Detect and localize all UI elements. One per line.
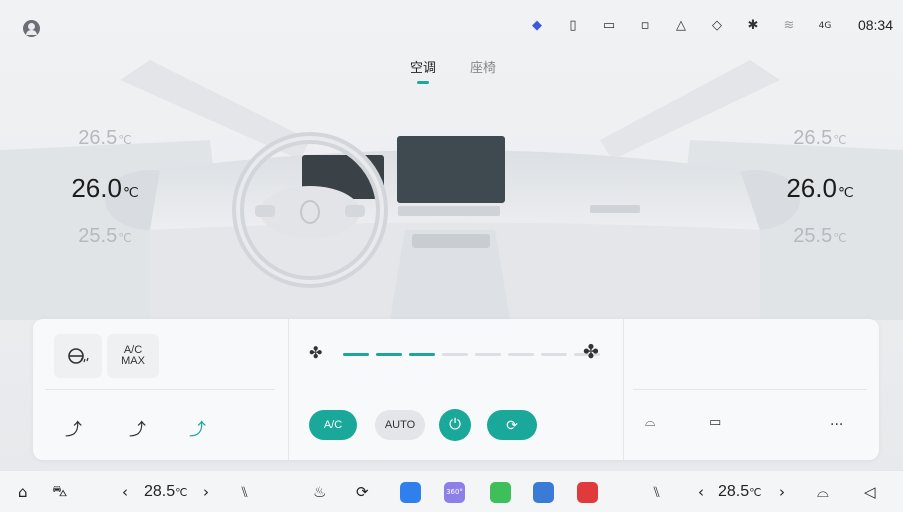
right-temp-increase-button[interactable]: › bbox=[779, 482, 785, 502]
status-bar: ◆ ▯ ▭ ▫ △ ◇ ✱ ≋ 4G 08:34 bbox=[0, 0, 903, 52]
right-temp-lower[interactable]: 25.5℃ bbox=[765, 226, 875, 248]
bottom-dock: ⌂ ⛍ ‹ 28.5 ℃ › ⑊ ♨ ⟳ 360° ⑊ ‹ 28.5 ℃ › ⌓ ◁ bbox=[0, 470, 903, 512]
divider bbox=[288, 319, 289, 460]
right-temp-upper[interactable]: 26.5℃ bbox=[765, 128, 875, 150]
fan-level-segment[interactable] bbox=[541, 353, 567, 356]
fan-level-segment[interactable] bbox=[508, 353, 534, 356]
navigation-icon: ◆ bbox=[532, 18, 542, 33]
fan-level-segment[interactable] bbox=[343, 353, 369, 356]
divider bbox=[623, 319, 624, 460]
home-icon[interactable]: ⌂ bbox=[18, 482, 28, 502]
left-temp-lower[interactable]: 25.5℃ bbox=[50, 226, 160, 248]
divider bbox=[633, 389, 867, 390]
power-icon: ⏻ bbox=[449, 416, 461, 433]
shield-icon: ◇ bbox=[712, 18, 722, 33]
signal-4g-icon: 4G bbox=[818, 21, 832, 31]
car-ac-dock-icon[interactable]: ⟳ bbox=[356, 482, 369, 502]
tab-air-conditioning[interactable]: 空调 bbox=[410, 57, 436, 84]
auto-button[interactable]: AUTO bbox=[375, 410, 425, 440]
airflow-feet-icon[interactable]: ⤴ bbox=[129, 415, 146, 440]
camera-360-app-icon[interactable]: 360° bbox=[444, 482, 465, 503]
tab-seats[interactable]: 座椅 bbox=[470, 57, 496, 76]
dock-right-temp: 28.5 ℃ bbox=[718, 483, 762, 500]
divider bbox=[45, 389, 275, 390]
apps-grid-icon[interactable] bbox=[533, 482, 554, 503]
left-temp-increase-button[interactable]: › bbox=[203, 482, 209, 502]
left-temp-decrease-button[interactable]: ‹ bbox=[122, 482, 128, 502]
car-recirculation-icon: ⟳ bbox=[506, 417, 518, 433]
steering-wheel-heat-button[interactable] bbox=[54, 334, 102, 378]
wifi-icon: ≋ bbox=[783, 18, 795, 33]
right-temp-decrease-button[interactable]: ‹ bbox=[698, 482, 704, 502]
bluetooth-icon: ✱ bbox=[747, 18, 759, 33]
defrost-dock-icon[interactable]: ⌓ bbox=[817, 482, 829, 502]
ac-max-button[interactable]: A/C MAX bbox=[107, 334, 159, 378]
fan-high-icon[interactable]: ✤ bbox=[583, 341, 599, 363]
steering-heat-dock-icon[interactable]: ♨ bbox=[313, 482, 326, 502]
phone-icon: ▭ bbox=[602, 18, 616, 33]
power-button[interactable]: ⏻ bbox=[439, 409, 471, 441]
right-temperature-selector[interactable]: 26.5℃ 26.0℃ 25.5℃ bbox=[765, 128, 875, 248]
recirculation-button[interactable]: ⟳ bbox=[487, 410, 537, 440]
clock: 08:34 bbox=[857, 17, 893, 33]
steering-wheel-heat-icon bbox=[68, 348, 89, 364]
security-app-icon[interactable] bbox=[490, 482, 511, 503]
driver-seat-heat-icon[interactable]: ⑊ bbox=[240, 482, 249, 502]
user-avatar-icon[interactable] bbox=[23, 20, 40, 37]
ac-button[interactable]: A/C bbox=[309, 410, 357, 440]
car-icon[interactable]: ⛍ bbox=[52, 482, 67, 502]
fan-level-segment[interactable] bbox=[376, 353, 402, 356]
left-temperature-selector[interactable]: 26.5℃ 26.0℃ 25.5℃ bbox=[50, 128, 160, 248]
more-options-button[interactable]: ··· bbox=[830, 417, 843, 433]
airflow-face-feet-icon[interactable]: ⤴ bbox=[189, 415, 206, 440]
front-defrost-icon[interactable]: ⌓ bbox=[645, 415, 655, 430]
fan-level-segment[interactable] bbox=[409, 353, 435, 356]
climate-control-panel: A/C MAX ✤ ✤ ⤴ ⤴ ⤴ A/C AUTO ⏻ ⟳ ⌓ ▭ ··· bbox=[33, 319, 879, 460]
rear-defrost-icon[interactable]: ▭ bbox=[709, 415, 721, 430]
vibration-icon: ▯ bbox=[569, 18, 577, 33]
left-temp-upper[interactable]: 26.5℃ bbox=[50, 128, 160, 150]
volume-icon[interactable]: ◁ bbox=[864, 482, 876, 502]
bell-icon: △ bbox=[676, 18, 686, 33]
climate-tabs: 空调 座椅 bbox=[410, 57, 496, 84]
passenger-seat-heat-icon[interactable]: ⑊ bbox=[652, 482, 661, 502]
airflow-face-icon[interactable]: ⤴ bbox=[65, 415, 82, 440]
fan-level-segment[interactable] bbox=[442, 353, 468, 356]
ac-max-label-bottom: MAX bbox=[121, 355, 145, 367]
fan-low-icon[interactable]: ✤ bbox=[309, 343, 322, 362]
fan-level-segment[interactable] bbox=[475, 353, 501, 356]
left-temp-current: 26.0℃ bbox=[71, 173, 139, 203]
sim-icon: ▫ bbox=[640, 18, 650, 33]
right-temp-current: 26.0℃ bbox=[786, 173, 854, 203]
music-app-icon[interactable] bbox=[577, 482, 598, 503]
navigation-app-icon[interactable] bbox=[400, 482, 421, 503]
dock-left-temp: 28.5 ℃ bbox=[144, 483, 188, 500]
